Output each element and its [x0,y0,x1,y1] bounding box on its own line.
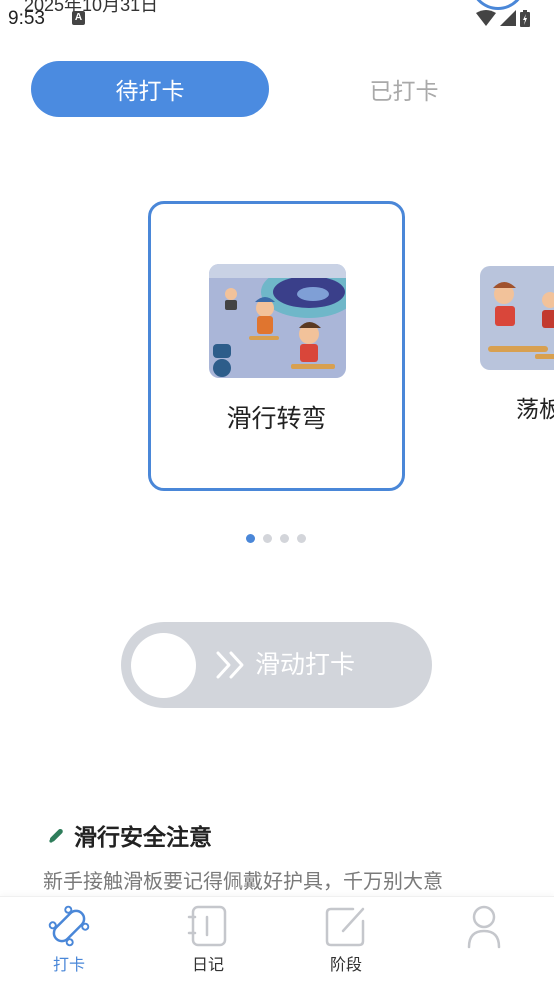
nav-label: 日记 [191,955,224,974]
slide-checkin-track[interactable]: 滑动打卡 [121,622,432,708]
slide-checkin-knob[interactable] [131,633,196,698]
tab-pending[interactable]: 待打卡 [31,61,269,117]
status-icons [476,10,530,27]
status-ring [470,0,526,10]
signal-icon [500,10,516,26]
nav-item-diary[interactable]: 日记 [158,903,258,975]
nav-item-profile[interactable] [434,903,534,955]
carousel-card-next-title: 荡板 [516,397,554,423]
safety-tips-heading: 滑行安全注意 [46,818,212,852]
pagination-dot[interactable] [246,534,255,543]
card-title: 滑行转弯 [226,404,327,433]
carousel-card-next-illustration[interactable] [480,266,554,370]
nav-label: 打卡 [52,955,85,974]
double-chevron-right-icon [216,651,244,679]
bottom-nav: 打卡 日记 阶段 [0,896,554,984]
skateboard-small-icon [49,828,63,843]
status-time: 9:53 [8,8,45,29]
nav-item-stage[interactable]: 阶段 [296,903,396,975]
skateboard-icon [48,905,90,947]
nav-label: 阶段 [329,955,362,974]
card-illustration [209,264,346,378]
carousel-card[interactable]: 滑行转弯 [148,201,405,491]
safety-tips-title: 滑行安全注意 [74,825,212,851]
person-icon [467,905,501,949]
pagination-dot[interactable] [297,534,306,543]
battery-icon [520,10,530,27]
tab-done[interactable]: 已打卡 [300,61,508,117]
edit-icon [325,907,365,947]
status-a-badge-icon: A [72,11,85,25]
pagination-dot[interactable] [263,534,272,543]
carousel-pagination [246,534,306,543]
nav-item-checkin[interactable]: 打卡 [19,903,119,975]
safety-tips-text: 新手接触滑板要记得佩戴好护具，千万别大意 [43,869,443,893]
notebook-icon [187,905,227,947]
slide-checkin-label: 滑动打卡 [255,650,356,679]
wifi-icon [476,10,496,26]
pagination-dot[interactable] [280,534,289,543]
